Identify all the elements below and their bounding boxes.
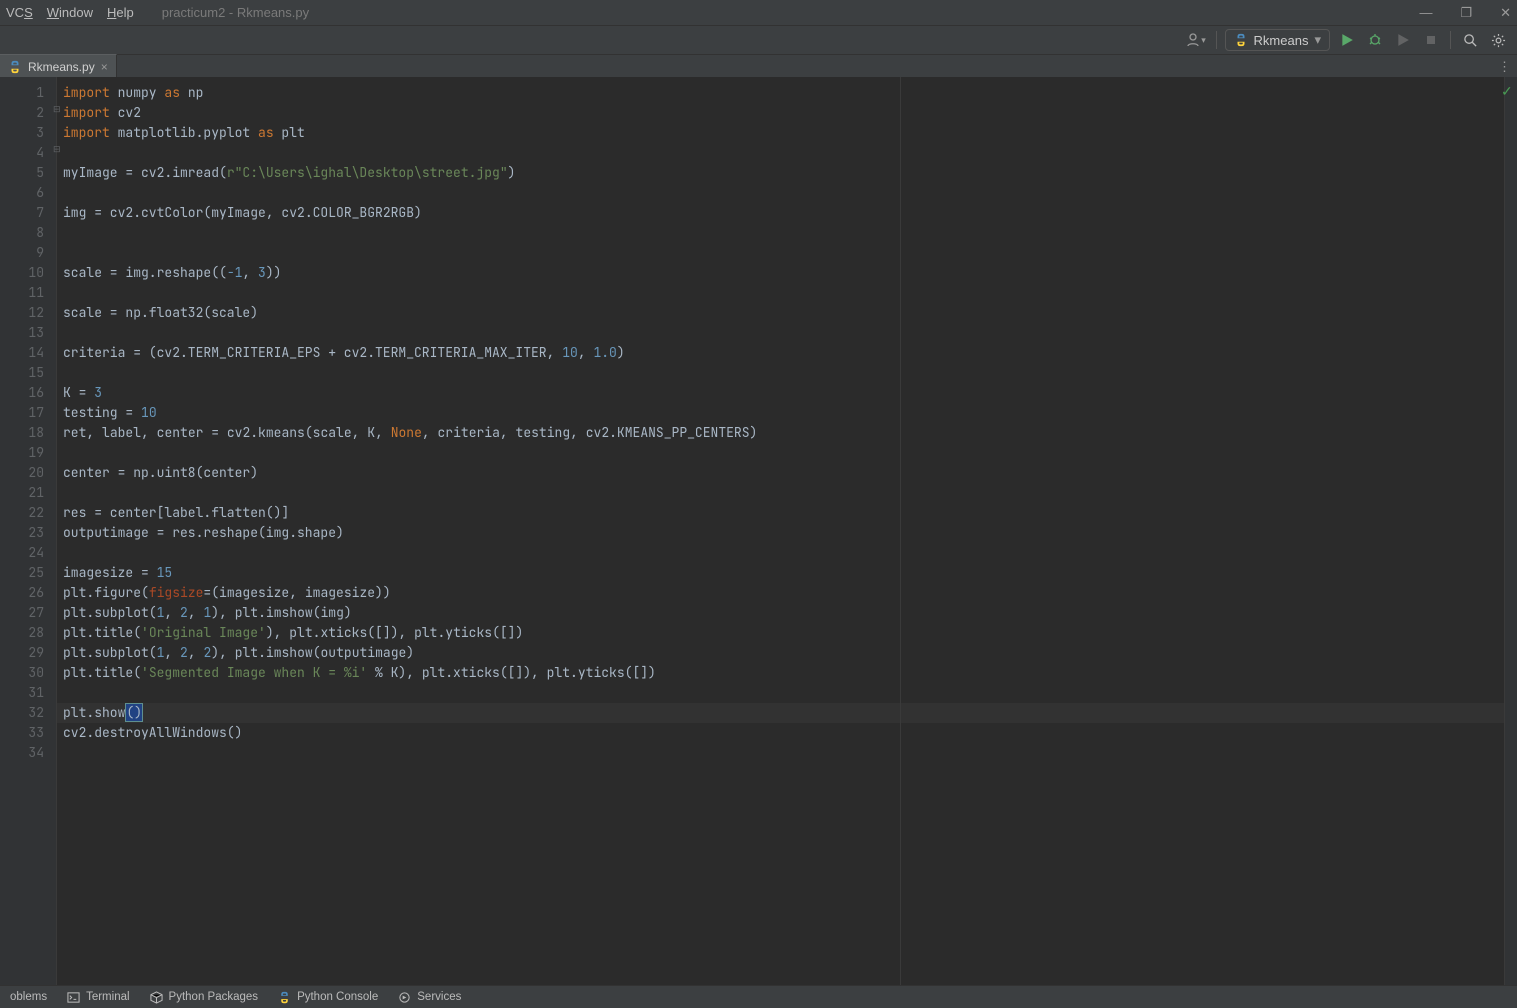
- settings-button[interactable]: [1487, 29, 1509, 51]
- chevron-down-icon: ▾: [1314, 32, 1321, 48]
- editor-area: 1234567891011121314151617181920212223242…: [0, 77, 1517, 986]
- editor-right-margin-guide: [900, 77, 901, 986]
- run-config-selector[interactable]: Rkmeans ▾: [1225, 29, 1330, 51]
- file-tab-rkmeans[interactable]: Rkmeans.py ×: [0, 54, 117, 79]
- window-maximize-button[interactable]: ❐: [1460, 5, 1472, 21]
- search-everywhere-button[interactable]: [1459, 29, 1481, 51]
- run-button[interactable]: [1336, 29, 1358, 51]
- window-close-button[interactable]: ✕: [1500, 5, 1511, 21]
- toolbar-separator: [1450, 31, 1451, 49]
- python-packages-tool-tab[interactable]: Python Packages: [150, 991, 259, 1004]
- tab-more-options-icon[interactable]: ⋮: [1498, 59, 1511, 75]
- stop-button[interactable]: [1420, 29, 1442, 51]
- python-console-tool-tab[interactable]: Python Console: [278, 991, 378, 1004]
- main-menu-bar: VCS Window Help practicum2 - Rkmeans.py …: [0, 0, 1517, 26]
- toolbar-separator: [1216, 31, 1217, 49]
- run-coverage-button[interactable]: [1392, 29, 1414, 51]
- editor-error-stripe[interactable]: ✓: [1504, 77, 1517, 986]
- python-icon: [1234, 33, 1248, 47]
- terminal-tool-tab[interactable]: Terminal: [67, 991, 129, 1004]
- python-file-icon: [8, 60, 22, 74]
- main-toolbar: ▾ Rkmeans ▾: [0, 26, 1517, 55]
- services-tool-tab[interactable]: Services: [398, 991, 461, 1004]
- project-title: practicum2 - Rkmeans.py: [162, 5, 309, 20]
- close-tab-icon[interactable]: ×: [101, 60, 108, 74]
- menu-help[interactable]: Help: [107, 5, 134, 20]
- inspection-ok-icon: ✓: [1501, 83, 1513, 100]
- file-tab-label: Rkmeans.py: [28, 60, 95, 74]
- tool-window-bar: oblems Terminal Python Packages Python C…: [0, 985, 1517, 1008]
- problems-tool-tab[interactable]: oblems: [10, 991, 47, 1003]
- add-user-icon[interactable]: ▾: [1186, 29, 1208, 51]
- line-number-gutter[interactable]: 1234567891011121314151617181920212223242…: [0, 77, 57, 986]
- menu-window[interactable]: Window: [47, 5, 93, 20]
- window-minimize-button[interactable]: —: [1419, 5, 1432, 21]
- menu-vcs[interactable]: VCS: [6, 5, 33, 20]
- run-config-label: Rkmeans: [1254, 33, 1309, 48]
- services-icon: [398, 991, 411, 1004]
- python-icon: [278, 991, 291, 1004]
- code-editor[interactable]: import numpy as npimport cv2import matpl…: [57, 77, 1504, 986]
- terminal-icon: [67, 991, 80, 1004]
- packages-icon: [150, 991, 163, 1004]
- debug-button[interactable]: [1364, 29, 1386, 51]
